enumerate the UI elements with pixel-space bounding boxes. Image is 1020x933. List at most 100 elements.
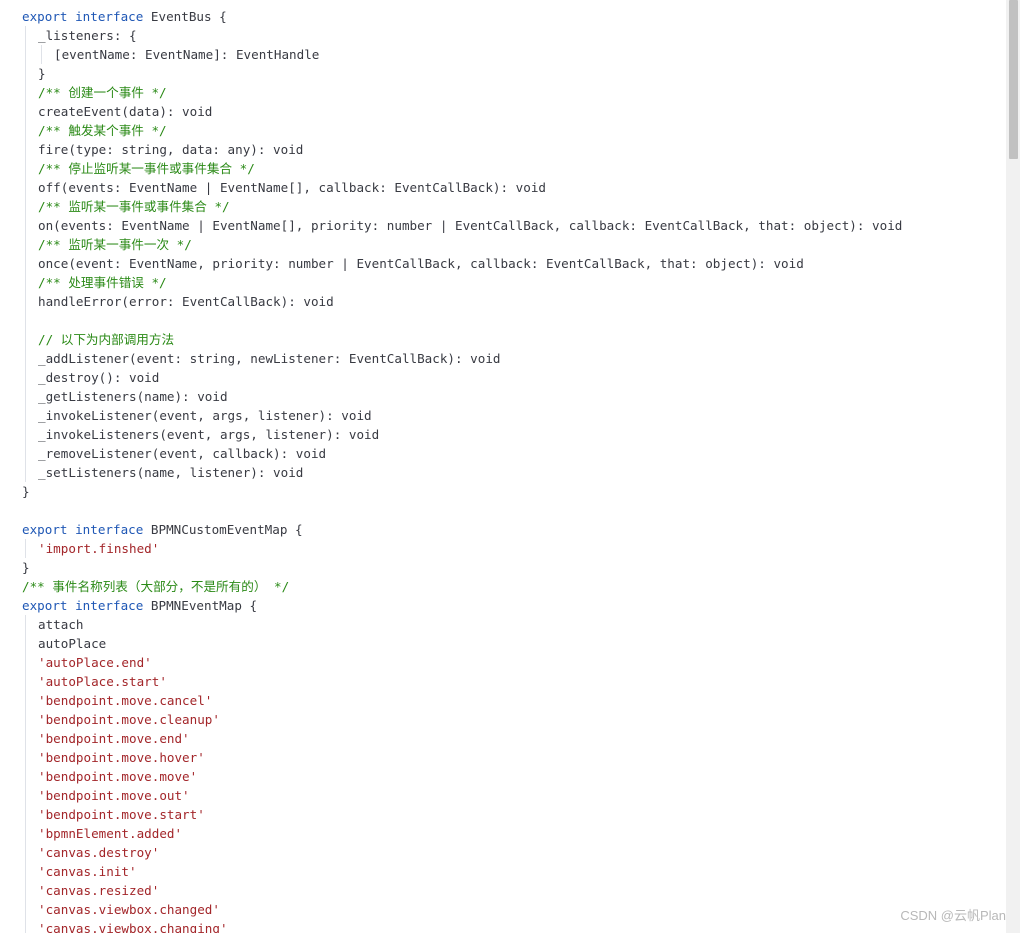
code-comment: // 以下为内部调用方法: [38, 332, 175, 347]
code-line: 'canvas.init': [38, 862, 137, 881]
code-line: handleError(error: EventCallBack): void: [38, 292, 334, 311]
code-text: _removeListener(event, callback): void: [38, 446, 327, 461]
code-string: 'import.finshed': [38, 541, 160, 556]
code-text: handleError(error: EventCallBack): void: [38, 294, 334, 309]
code-line: /** 触发某个事件 */: [38, 121, 167, 140]
scrollbar-thumb[interactable]: [1009, 0, 1018, 159]
code-line: 'bendpoint.move.cleanup': [38, 710, 220, 729]
code-line: 'autoPlace.start': [38, 672, 167, 691]
code-line: export interface EventBus {: [22, 7, 227, 26]
code-line: _addListener(event: string, newListener:…: [38, 349, 501, 368]
indent-guide: [25, 767, 26, 786]
code-line: _setListeners(name, listener): void: [38, 463, 303, 482]
code-keyword: interface: [75, 9, 144, 24]
code-line: 'canvas.resized': [38, 881, 159, 900]
indent-guide: [25, 254, 26, 273]
code-line: _invokeListener(event, args, listener): …: [38, 406, 372, 425]
code-line: autoPlace: [38, 634, 106, 653]
code-line: /** 监听某一事件或事件集合 */: [38, 197, 230, 216]
code-line: }: [22, 482, 30, 501]
code-string: 'canvas.viewbox.changed': [38, 902, 220, 917]
code-line: /** 事件名称列表（大部分，不是所有的） */: [22, 577, 289, 596]
code-keyword: interface: [75, 522, 144, 537]
indent-guide: [25, 178, 26, 197]
code-block: export interface EventBus { _listeners: {…: [0, 0, 1006, 933]
code-text: [eventName: EventName]: EventHandle: [54, 47, 320, 62]
indent-guide: [25, 463, 26, 482]
code-string: 'canvas.init': [38, 864, 137, 879]
code-string: 'bendpoint.move.cancel': [38, 693, 213, 708]
code-text: _invokeListeners(event, args, listener):…: [38, 427, 380, 442]
indent-guide: [25, 406, 26, 425]
indent-guide: [25, 292, 26, 311]
code-line: attach: [38, 615, 84, 634]
code-string: 'autoPlace.end': [38, 655, 152, 670]
code-comment: /** 监听某一事件或事件集合 */: [38, 199, 230, 214]
code-line: _getListeners(name): void: [38, 387, 228, 406]
indent-guide: [25, 368, 26, 387]
indent-guide: [25, 824, 26, 843]
code-line: }: [38, 64, 46, 83]
indent-guide: [25, 330, 26, 349]
indent-guide: [25, 900, 26, 919]
indent-guide: [25, 786, 26, 805]
code-line: /** 创建一个事件 */: [38, 83, 167, 102]
code-text: autoPlace: [38, 636, 107, 651]
indent-guide: [25, 710, 26, 729]
code-line: once(event: EventName, priority: number …: [38, 254, 804, 273]
code-text: _getListeners(name): void: [38, 389, 228, 404]
watermark: CSDN @云帆Plan: [900, 908, 1006, 923]
code-text: _listeners: {: [38, 28, 137, 43]
indent-guide: [25, 615, 26, 634]
code-line: 'import.finshed': [38, 539, 159, 558]
code-line: /** 停止监听某一事件或事件集合 */: [38, 159, 255, 178]
code-line: /** 监听某一事件一次 */: [38, 235, 192, 254]
code-comment: /** 处理事件错误 */: [38, 275, 167, 290]
code-text: BPMNCustomEventMap {: [143, 522, 303, 537]
code-line: 'bendpoint.move.out': [38, 786, 190, 805]
code-string: 'bendpoint.move.out': [38, 788, 190, 803]
indent-guide: [25, 216, 26, 235]
indent-guide: [25, 64, 26, 83]
indent-guide: [25, 425, 26, 444]
indent-guide: [25, 805, 26, 824]
indent-guide: [25, 235, 26, 254]
code-line: [eventName: EventName]: EventHandle: [54, 45, 319, 64]
indent-guide: [25, 691, 26, 710]
code-line: export interface BPMNCustomEventMap {: [22, 520, 303, 539]
code-string: 'bendpoint.move.cleanup': [38, 712, 220, 727]
code-text: once(event: EventName, priority: number …: [38, 256, 804, 271]
code-line: _removeListener(event, callback): void: [38, 444, 326, 463]
code-comment: /** 监听某一事件一次 */: [38, 237, 192, 252]
code-line: 'autoPlace.end': [38, 653, 152, 672]
code-comment: /** 事件名称列表（大部分，不是所有的） */: [22, 579, 290, 594]
indent-guide: [25, 121, 26, 140]
code-text: }: [38, 66, 46, 81]
indent-guide: [25, 197, 26, 216]
code-string: 'canvas.resized': [38, 883, 160, 898]
indent-guide: [25, 634, 26, 653]
code-string: 'bendpoint.move.start': [38, 807, 205, 822]
code-text: off(events: EventName | EventName[], cal…: [38, 180, 546, 195]
code-string: 'bendpoint.move.move': [38, 769, 198, 784]
indent-guide: [25, 140, 26, 159]
code-line: 'bendpoint.move.move': [38, 767, 197, 786]
code-comment: /** 停止监听某一事件或事件集合 */: [38, 161, 255, 176]
code-line: 'bendpoint.move.end': [38, 729, 190, 748]
code-line: /** 处理事件错误 */: [38, 273, 167, 292]
indent-guide: [25, 45, 26, 64]
code-line: 'canvas.destroy': [38, 843, 159, 862]
indent-guide: [25, 102, 26, 121]
vertical-scrollbar[interactable]: [1006, 0, 1020, 933]
indent-guide: [25, 26, 26, 45]
code-line: fire(type: string, data: any): void: [38, 140, 303, 159]
code-keyword: export: [22, 522, 68, 537]
code-line: export interface BPMNEventMap {: [22, 596, 257, 615]
code-line: on(events: EventName | EventName[], prio…: [38, 216, 902, 235]
code-text: attach: [38, 617, 84, 632]
code-line: 'bendpoint.move.cancel': [38, 691, 212, 710]
code-text: _setListeners(name, listener): void: [38, 465, 304, 480]
indent-guide: [25, 919, 26, 933]
